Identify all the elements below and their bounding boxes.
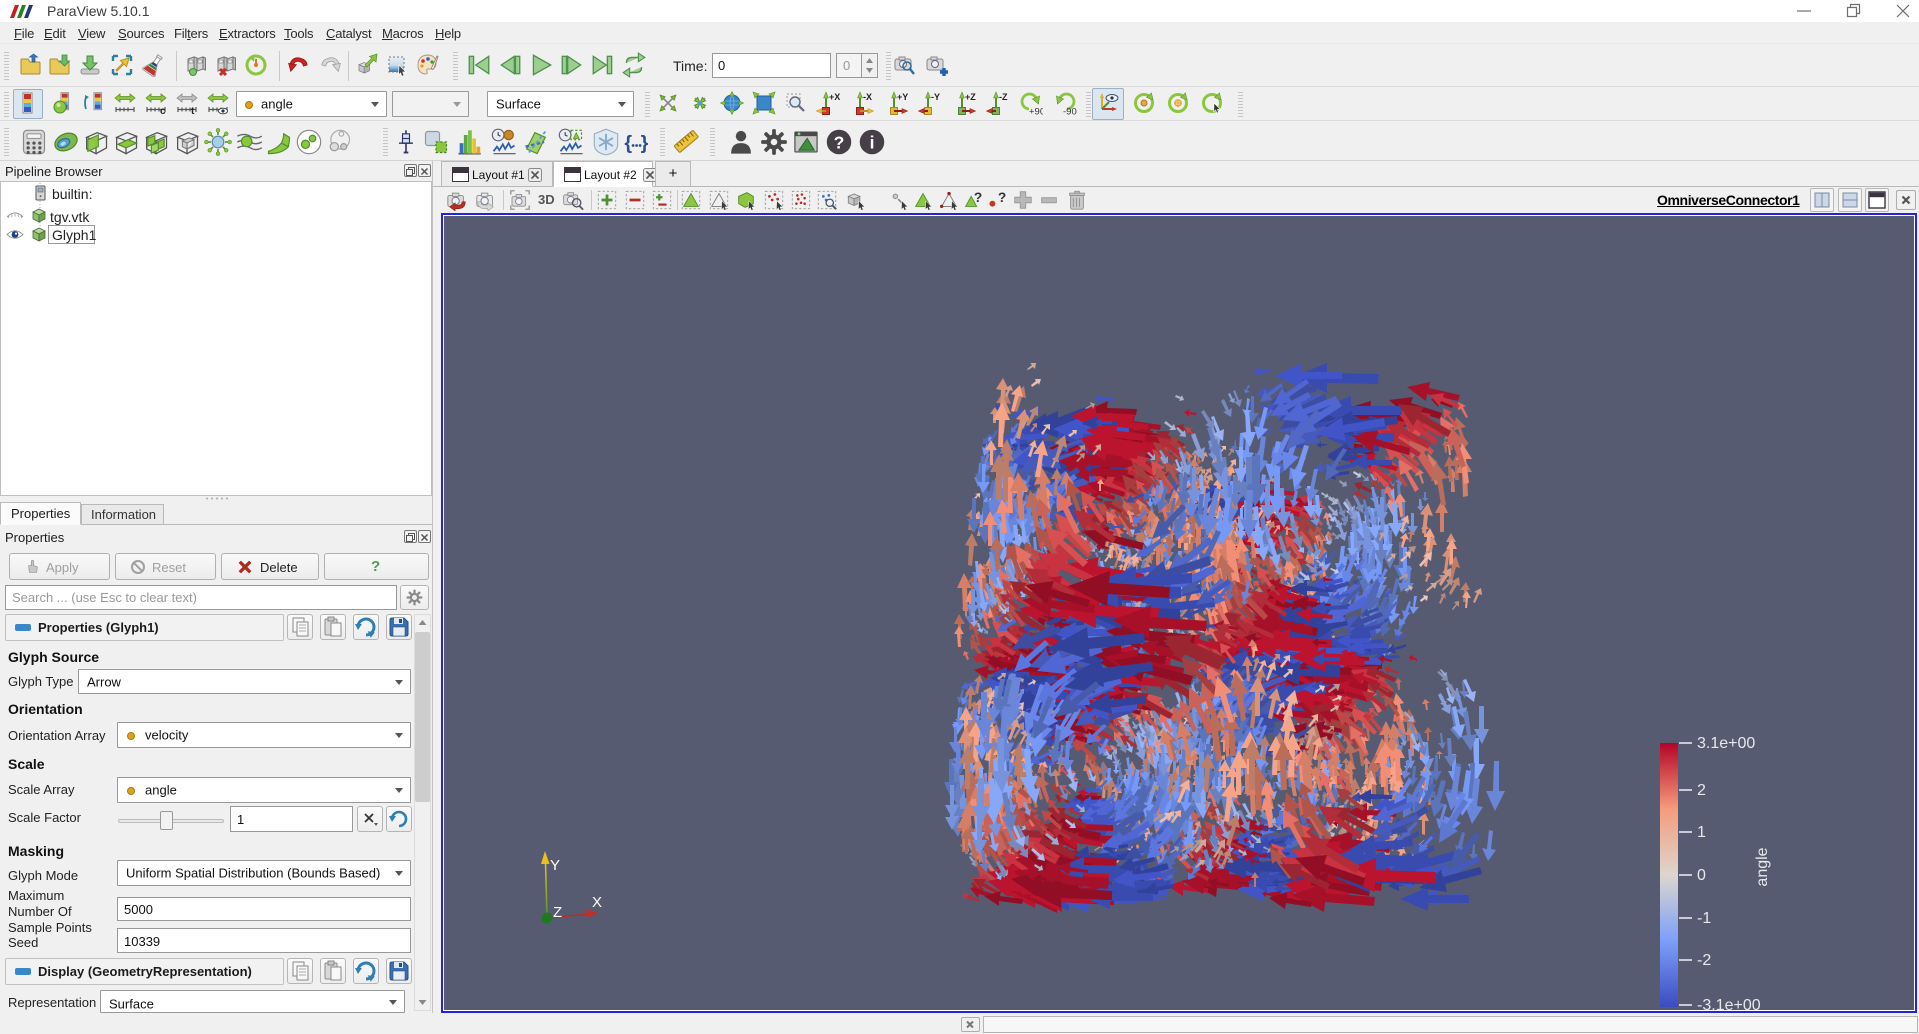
svg-text:2: 2 <box>1697 782 1706 799</box>
svg-text:-X: -X <box>863 92 872 102</box>
svg-text:+Y: +Y <box>897 92 908 102</box>
svg-text:X: X <box>592 894 602 911</box>
svg-text:?: ? <box>998 190 1006 205</box>
svg-text:i: i <box>870 132 875 152</box>
svg-text:+Z: +Z <box>965 92 976 102</box>
svg-text:-2: -2 <box>1697 952 1711 969</box>
svg-text:{: { <box>624 132 632 154</box>
svg-text:?: ? <box>974 190 982 205</box>
svg-text:1: 1 <box>1697 824 1706 841</box>
svg-text:0: 0 <box>1697 867 1706 884</box>
svg-text:3.1e+00: 3.1e+00 <box>1697 735 1755 752</box>
svg-text:Y: Y <box>550 857 560 874</box>
svg-text:-Y: -Y <box>931 92 940 102</box>
svg-text:t: t <box>191 106 195 115</box>
svg-text:-90: -90 <box>1063 107 1077 116</box>
svg-text:angle: angle <box>1754 847 1771 886</box>
svg-text:+X: +X <box>829 92 840 102</box>
svg-text:-3.1e+00: -3.1e+00 <box>1697 997 1761 1010</box>
svg-text:}: } <box>641 132 649 154</box>
svg-text:-1: -1 <box>1697 910 1711 927</box>
svg-text:+90: +90 <box>1029 107 1043 116</box>
svg-text:-Z: -Z <box>999 92 1008 102</box>
svg-text:?: ? <box>834 132 845 152</box>
svg-text:Z: Z <box>553 904 562 921</box>
svg-text:c: c <box>160 106 166 115</box>
